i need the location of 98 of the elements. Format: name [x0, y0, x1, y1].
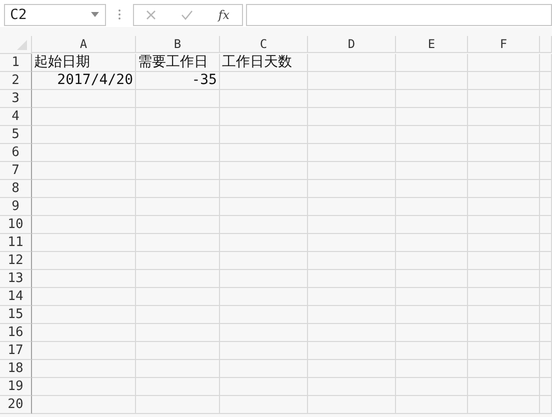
empty-cell: [540, 126, 552, 144]
empty-cell: [396, 216, 468, 234]
empty-cell: [540, 216, 552, 234]
empty-cell: [540, 252, 552, 270]
empty-cell: [396, 144, 468, 162]
empty-cell: [396, 90, 468, 108]
row-header[interactable]: 7: [0, 162, 32, 180]
row-header[interactable]: 3: [0, 90, 32, 108]
row-header[interactable]: 5: [0, 126, 32, 144]
empty-cell: [396, 360, 468, 378]
empty-cell: [468, 306, 540, 324]
empty-cell: [468, 126, 540, 144]
empty-cell: [540, 72, 552, 90]
column-header[interactable]: C: [220, 36, 308, 53]
empty-cell: [540, 324, 552, 342]
empty-cell: [396, 108, 468, 126]
insert-function-button[interactable]: fx: [218, 8, 230, 22]
column-header[interactable]: E: [396, 36, 468, 53]
dropdown-caret-icon[interactable]: [91, 12, 99, 17]
empty-cell: [540, 396, 552, 414]
empty-cell: [540, 270, 552, 288]
empty-cell: [396, 378, 468, 396]
row-header[interactable]: 11: [0, 234, 32, 252]
row-header[interactable]: 9: [0, 198, 32, 216]
row-header[interactable]: 16: [0, 324, 32, 342]
checkmark-icon[interactable]: [181, 10, 194, 20]
empty-cell: [468, 198, 540, 216]
empty-cell: [468, 216, 540, 234]
column-header[interactable]: F: [468, 36, 540, 53]
row-header[interactable]: 12: [0, 252, 32, 270]
empty-cell: [540, 342, 552, 360]
column-header[interactable]: A: [32, 36, 136, 53]
empty-cell: [396, 180, 468, 198]
row-header[interactable]: 10: [0, 216, 32, 234]
empty-cell: [540, 180, 552, 198]
empty-cell: [540, 108, 552, 126]
empty-cell: [468, 72, 540, 90]
empty-cell: [468, 270, 540, 288]
row-header[interactable]: 20: [0, 396, 32, 414]
row-header[interactable]: 17: [0, 342, 32, 360]
table-cell: 需要工作日: [136, 54, 220, 72]
row-header[interactable]: 4: [0, 108, 32, 126]
empty-cell: [468, 360, 540, 378]
column-header[interactable]: B: [136, 36, 220, 53]
table-cell: -35: [136, 72, 220, 90]
empty-cell: [540, 360, 552, 378]
empty-cell: [396, 198, 468, 216]
name-box[interactable]: C2: [4, 4, 106, 26]
empty-cell: [540, 306, 552, 324]
empty-cell: [468, 162, 540, 180]
empty-cell: [396, 342, 468, 360]
row-header[interactable]: 15: [0, 306, 32, 324]
row-header[interactable]: 14: [0, 288, 32, 306]
empty-cell: [468, 144, 540, 162]
empty-cell: [396, 288, 468, 306]
row-header[interactable]: 6: [0, 144, 32, 162]
empty-cell: [396, 270, 468, 288]
empty-cell: [468, 324, 540, 342]
empty-cell: [540, 378, 552, 396]
row-header[interactable]: 8: [0, 180, 32, 198]
empty-cell: [540, 90, 552, 108]
empty-cell: [540, 144, 552, 162]
row-header[interactable]: 1: [0, 54, 32, 72]
row-header[interactable]: 18: [0, 360, 32, 378]
empty-cell: [540, 198, 552, 216]
table-cell: 起始日期: [32, 54, 136, 72]
empty-cell: [396, 162, 468, 180]
table-cell: 2017/4/20: [32, 72, 136, 90]
empty-cell: [396, 252, 468, 270]
empty-cell: [540, 162, 552, 180]
empty-cell: [468, 396, 540, 414]
row-header[interactable]: 13: [0, 270, 32, 288]
empty-cell: [468, 234, 540, 252]
empty-cell: [396, 396, 468, 414]
empty-cell: [396, 54, 468, 72]
empty-cell: [540, 288, 552, 306]
select-all-icon[interactable]: [17, 40, 27, 50]
empty-cell: [396, 306, 468, 324]
empty-cell: [396, 126, 468, 144]
empty-cell: [468, 180, 540, 198]
empty-cell: [468, 378, 540, 396]
table-cell: 工作日天数: [220, 54, 308, 72]
cell-reference: C2: [10, 6, 27, 22]
empty-cell: [468, 108, 540, 126]
empty-cell: [396, 234, 468, 252]
empty-cell: [468, 252, 540, 270]
empty-cell: [540, 234, 552, 252]
column-header[interactable]: D: [308, 36, 396, 53]
empty-cell: [468, 342, 540, 360]
empty-cell: [396, 72, 468, 90]
empty-cell: [468, 288, 540, 306]
row-header[interactable]: 19: [0, 378, 32, 396]
empty-cell: [396, 324, 468, 342]
row-header[interactable]: 2: [0, 72, 32, 90]
more-options-icon[interactable]: [118, 9, 121, 20]
cancel-icon[interactable]: [146, 10, 156, 20]
empty-cell: [468, 54, 540, 72]
empty-cell: [468, 90, 540, 108]
